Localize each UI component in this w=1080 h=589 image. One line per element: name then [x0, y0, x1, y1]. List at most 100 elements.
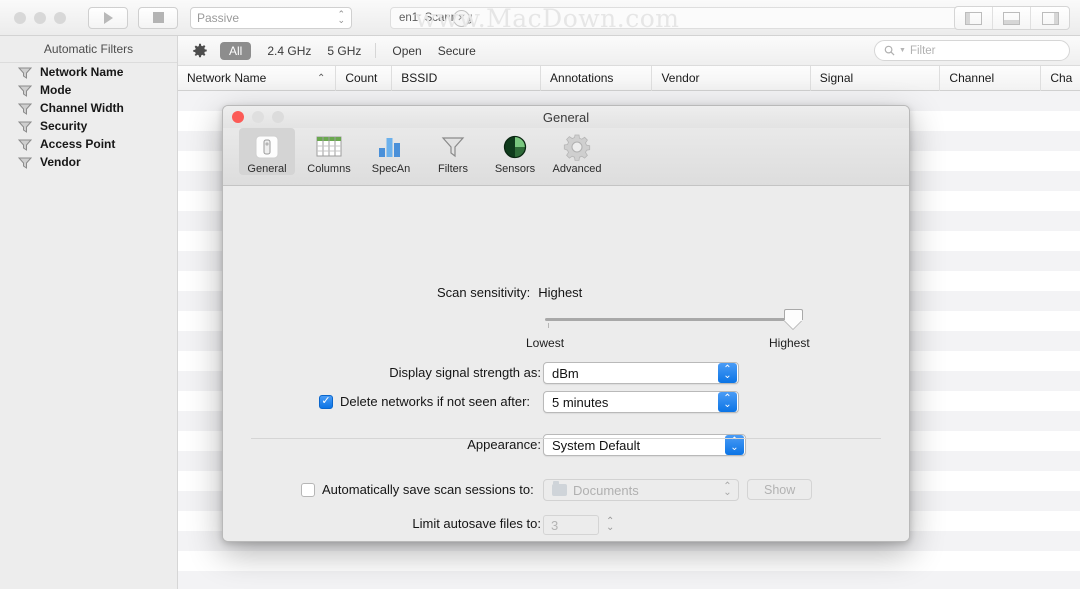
filter-button-open[interactable]: Open [392, 44, 421, 58]
filter-button-secure[interactable]: Secure [438, 44, 476, 58]
column-header-vendor[interactable]: Vendor [652, 66, 810, 91]
sidebar-header: Automatic Filters [0, 36, 177, 63]
sidebar-item-security[interactable]: Security [0, 117, 177, 135]
filter-button-5ghz[interactable]: 5 GHz [327, 44, 361, 58]
view-layout-segmented-control[interactable] [954, 6, 1070, 30]
tab-sensors[interactable]: Sensors [487, 128, 543, 175]
scan-sensitivity-slider[interactable] [545, 318, 797, 321]
chevron-updown-icon: ⌃⌄ [718, 363, 737, 383]
sidebar-item-access-point[interactable]: Access Point [0, 135, 177, 153]
appearance-value: System Default [552, 438, 725, 453]
right-pane-view-button[interactable] [1031, 7, 1069, 29]
scan-mode-select[interactable]: Passive ⌃⌄ [190, 7, 352, 29]
column-header-signal[interactable]: Signal [811, 66, 941, 91]
sort-ascending-icon: ⌃ [317, 73, 325, 84]
tab-general[interactable]: General [239, 128, 295, 175]
tab-specan[interactable]: SpecAn [363, 128, 419, 175]
bottom-pane-view-button[interactable] [993, 7, 1031, 29]
scan-sensitivity-row: Scan sensitivity: Highest [437, 285, 582, 300]
funnel-icon [18, 156, 32, 169]
column-header-channel-width[interactable]: Cha [1041, 66, 1080, 91]
general-prefs-icon [253, 132, 281, 162]
search-input[interactable]: ▼ Filter [874, 40, 1070, 61]
table-row[interactable] [178, 551, 1080, 571]
funnel-icon [18, 84, 32, 97]
autosave-limit-stepper[interactable]: 3 ⌃⌄ [543, 515, 614, 535]
window-traffic-lights [14, 12, 66, 24]
tab-label: Columns [307, 163, 350, 175]
sidebar-item-vendor[interactable]: Vendor [0, 153, 177, 171]
show-folder-button[interactable]: Show [747, 479, 812, 500]
sidebar-view-button[interactable] [955, 7, 993, 29]
chevron-updown-icon: ⌃⌄ [718, 392, 737, 412]
tab-columns[interactable]: Columns [301, 128, 357, 175]
column-header-channel[interactable]: Channel [940, 66, 1041, 91]
signal-strength-select[interactable]: dBm ⌃⌄ [543, 362, 739, 384]
delete-networks-label: Delete networks if not seen after: [340, 394, 530, 409]
column-header-bssid[interactable]: BSSID [392, 66, 541, 91]
section-divider [251, 438, 881, 439]
filter-button-2-4ghz[interactable]: 2.4 GHz [267, 44, 311, 58]
column-label: Channel [949, 71, 994, 85]
autosave-label: Automatically save scan sessions to: [322, 482, 534, 497]
spectrum-analyzer-icon [377, 132, 405, 162]
chevron-updown-icon[interactable]: ⌃⌄ [606, 519, 614, 531]
tab-label: SpecAn [372, 163, 411, 175]
start-scan-button[interactable] [88, 7, 128, 29]
preferences-dialog: General General [222, 105, 910, 542]
stop-scan-button[interactable] [138, 7, 178, 29]
cancel-scan-icon[interactable]: ✕ [453, 10, 470, 27]
filter-button-all[interactable]: All [220, 42, 251, 60]
table-row[interactable] [178, 571, 1080, 589]
zoom-button[interactable] [54, 12, 66, 24]
tab-label: Filters [438, 163, 468, 175]
column-header-annotations[interactable]: Annotations [541, 66, 652, 91]
autosave-checkbox[interactable] [301, 483, 315, 497]
dialog-titlebar: General [223, 106, 909, 128]
signal-strength-label: Display signal strength as: [389, 365, 541, 380]
delete-networks-select[interactable]: 5 minutes ⌃⌄ [543, 391, 739, 413]
autosave-limit-label-wrap: Limit autosave files to: [319, 516, 541, 531]
column-label: Signal [820, 71, 853, 85]
gear-icon [563, 132, 591, 162]
autosave-limit-input[interactable]: 3 [543, 515, 599, 535]
column-label: Cha [1050, 71, 1072, 85]
search-placeholder: Filter [910, 45, 936, 57]
scan-sensitivity-slider-thumb[interactable] [784, 309, 803, 328]
slider-max-label: Highest [769, 336, 810, 350]
autosave-folder-select[interactable]: Documents ⌃⌄ [543, 479, 739, 501]
play-icon [104, 12, 113, 24]
scan-status-field: en1: Scanning ✕ [390, 7, 960, 29]
column-header-count[interactable]: Count [336, 66, 392, 91]
sidebar-item-channel-width[interactable]: Channel Width [0, 99, 177, 117]
autosave-folder-value: Documents [573, 483, 718, 498]
slider-tick [548, 323, 549, 328]
column-label: Vendor [661, 71, 699, 85]
column-header-network-name[interactable]: Network Name ⌃ [178, 66, 336, 91]
sidebar-item-label: Vendor [40, 155, 81, 169]
tab-filters[interactable]: Filters [425, 128, 481, 175]
sensors-radar-icon [502, 132, 528, 162]
search-icon [884, 45, 895, 56]
tab-label: General [247, 163, 286, 175]
sidebar-item-network-name[interactable]: Network Name [0, 63, 177, 81]
bottom-pane-view-icon [1003, 12, 1020, 25]
filter-settings-button[interactable] [192, 43, 208, 59]
chevron-updown-icon: ⌃⌄ [718, 480, 737, 500]
delete-networks-checkbox[interactable] [319, 395, 333, 409]
minimize-button[interactable] [34, 12, 46, 24]
chevron-updown-icon: ⌃⌄ [337, 12, 345, 23]
autosave-row: Automatically save scan sessions to: [301, 482, 534, 497]
funnel-icon [18, 138, 32, 151]
column-label: Network Name [187, 71, 266, 85]
tab-advanced[interactable]: Advanced [549, 128, 605, 175]
funnel-icon [18, 120, 32, 133]
right-pane-view-icon [1042, 12, 1059, 25]
application-window: Passive ⌃⌄ en1: Scanning ✕ www.MacDown.c… [0, 0, 1080, 589]
close-button[interactable] [14, 12, 26, 24]
slider-max-label-wrap: Highest [769, 336, 810, 350]
gear-icon [192, 43, 208, 59]
funnel-icon [18, 102, 32, 115]
sidebar-view-icon [965, 12, 982, 25]
sidebar-item-mode[interactable]: Mode [0, 81, 177, 99]
